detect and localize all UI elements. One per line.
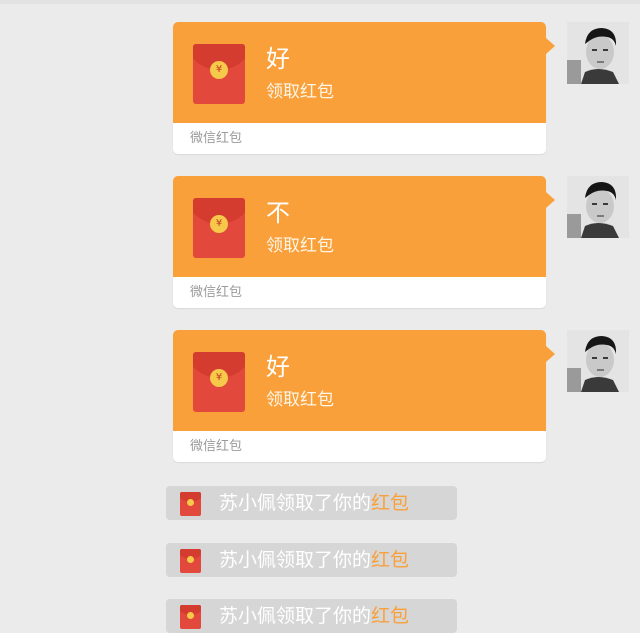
notice-text: 苏小佩领取了你的红包 xyxy=(219,604,409,628)
red-packet-icon xyxy=(180,492,201,516)
yuan-coin-icon: ¥ xyxy=(210,61,228,79)
red-packet-greeting: 好 xyxy=(266,353,290,381)
avatar-portrait-icon xyxy=(567,330,629,392)
red-packet-subtitle: 领取红包 xyxy=(266,236,334,256)
yuan-coin-icon: ¥ xyxy=(210,369,228,387)
red-packet-subtitle: 领取红包 xyxy=(266,390,334,410)
yuan-coin-icon xyxy=(187,556,194,563)
notice-message: 苏小佩领取了你的 xyxy=(219,605,372,627)
top-edge xyxy=(0,0,640,4)
red-packet-card-footer: 微信红包 xyxy=(173,431,546,462)
red-packet-subtitle: 领取红包 xyxy=(266,82,334,102)
red-packet-bubble[interactable]: ¥ 好 领取红包 微信红包 xyxy=(173,22,555,154)
notice-message: 苏小佩领取了你的 xyxy=(219,492,372,514)
red-packet-card-top[interactable]: ¥ 好 领取红包 xyxy=(173,330,546,431)
red-packet-icon xyxy=(180,605,201,629)
user-avatar[interactable] xyxy=(567,176,629,238)
system-notice: 苏小佩领取了你的红包 xyxy=(166,486,457,520)
notice-text: 苏小佩领取了你的红包 xyxy=(219,548,409,572)
red-packet-card-top[interactable]: ¥ 不 领取红包 xyxy=(173,176,546,277)
yuan-coin-icon: ¥ xyxy=(210,215,228,233)
red-packet-link[interactable]: 红包 xyxy=(371,549,409,571)
red-packet-footer-label: 微信红包 xyxy=(190,439,243,454)
user-avatar[interactable] xyxy=(567,22,629,84)
red-packet-icon xyxy=(180,549,201,573)
red-packet-footer-label: 微信红包 xyxy=(190,131,243,146)
notice-text: 苏小佩领取了你的红包 xyxy=(219,491,409,515)
red-packet-card-footer: 微信红包 xyxy=(173,123,546,154)
bubble-tail xyxy=(546,346,555,362)
avatar-portrait-icon xyxy=(567,176,629,238)
red-packet-bubble[interactable]: ¥ 好 领取红包 微信红包 xyxy=(173,330,555,462)
user-avatar[interactable] xyxy=(567,330,629,392)
red-packet-footer-label: 微信红包 xyxy=(190,285,243,300)
red-packet-icon: ¥ xyxy=(193,44,245,104)
red-packet-icon: ¥ xyxy=(193,198,245,258)
red-packet-greeting: 好 xyxy=(266,45,290,73)
red-packet-link[interactable]: 红包 xyxy=(371,492,409,514)
red-packet-card-top[interactable]: ¥ 好 领取红包 xyxy=(173,22,546,123)
system-notice: 苏小佩领取了你的红包 xyxy=(166,543,457,577)
red-packet-card-footer: 微信红包 xyxy=(173,277,546,308)
yuan-coin-icon xyxy=(187,499,194,506)
message-row: ¥ 不 领取红包 微信红包 xyxy=(0,176,640,312)
red-packet-bubble[interactable]: ¥ 不 领取红包 微信红包 xyxy=(173,176,555,308)
system-notice: 苏小佩领取了你的红包 xyxy=(166,599,457,633)
red-packet-icon: ¥ xyxy=(193,352,245,412)
avatar-portrait-icon xyxy=(567,22,629,84)
message-row: ¥ 好 领取红包 微信红包 xyxy=(0,330,640,466)
notice-message: 苏小佩领取了你的 xyxy=(219,549,372,571)
red-packet-link[interactable]: 红包 xyxy=(371,605,409,627)
bubble-tail xyxy=(546,192,555,208)
yuan-coin-icon xyxy=(187,612,194,619)
red-packet-greeting: 不 xyxy=(266,199,290,227)
bubble-tail xyxy=(546,38,555,54)
message-row: ¥ 好 领取红包 微信红包 xyxy=(0,22,640,158)
